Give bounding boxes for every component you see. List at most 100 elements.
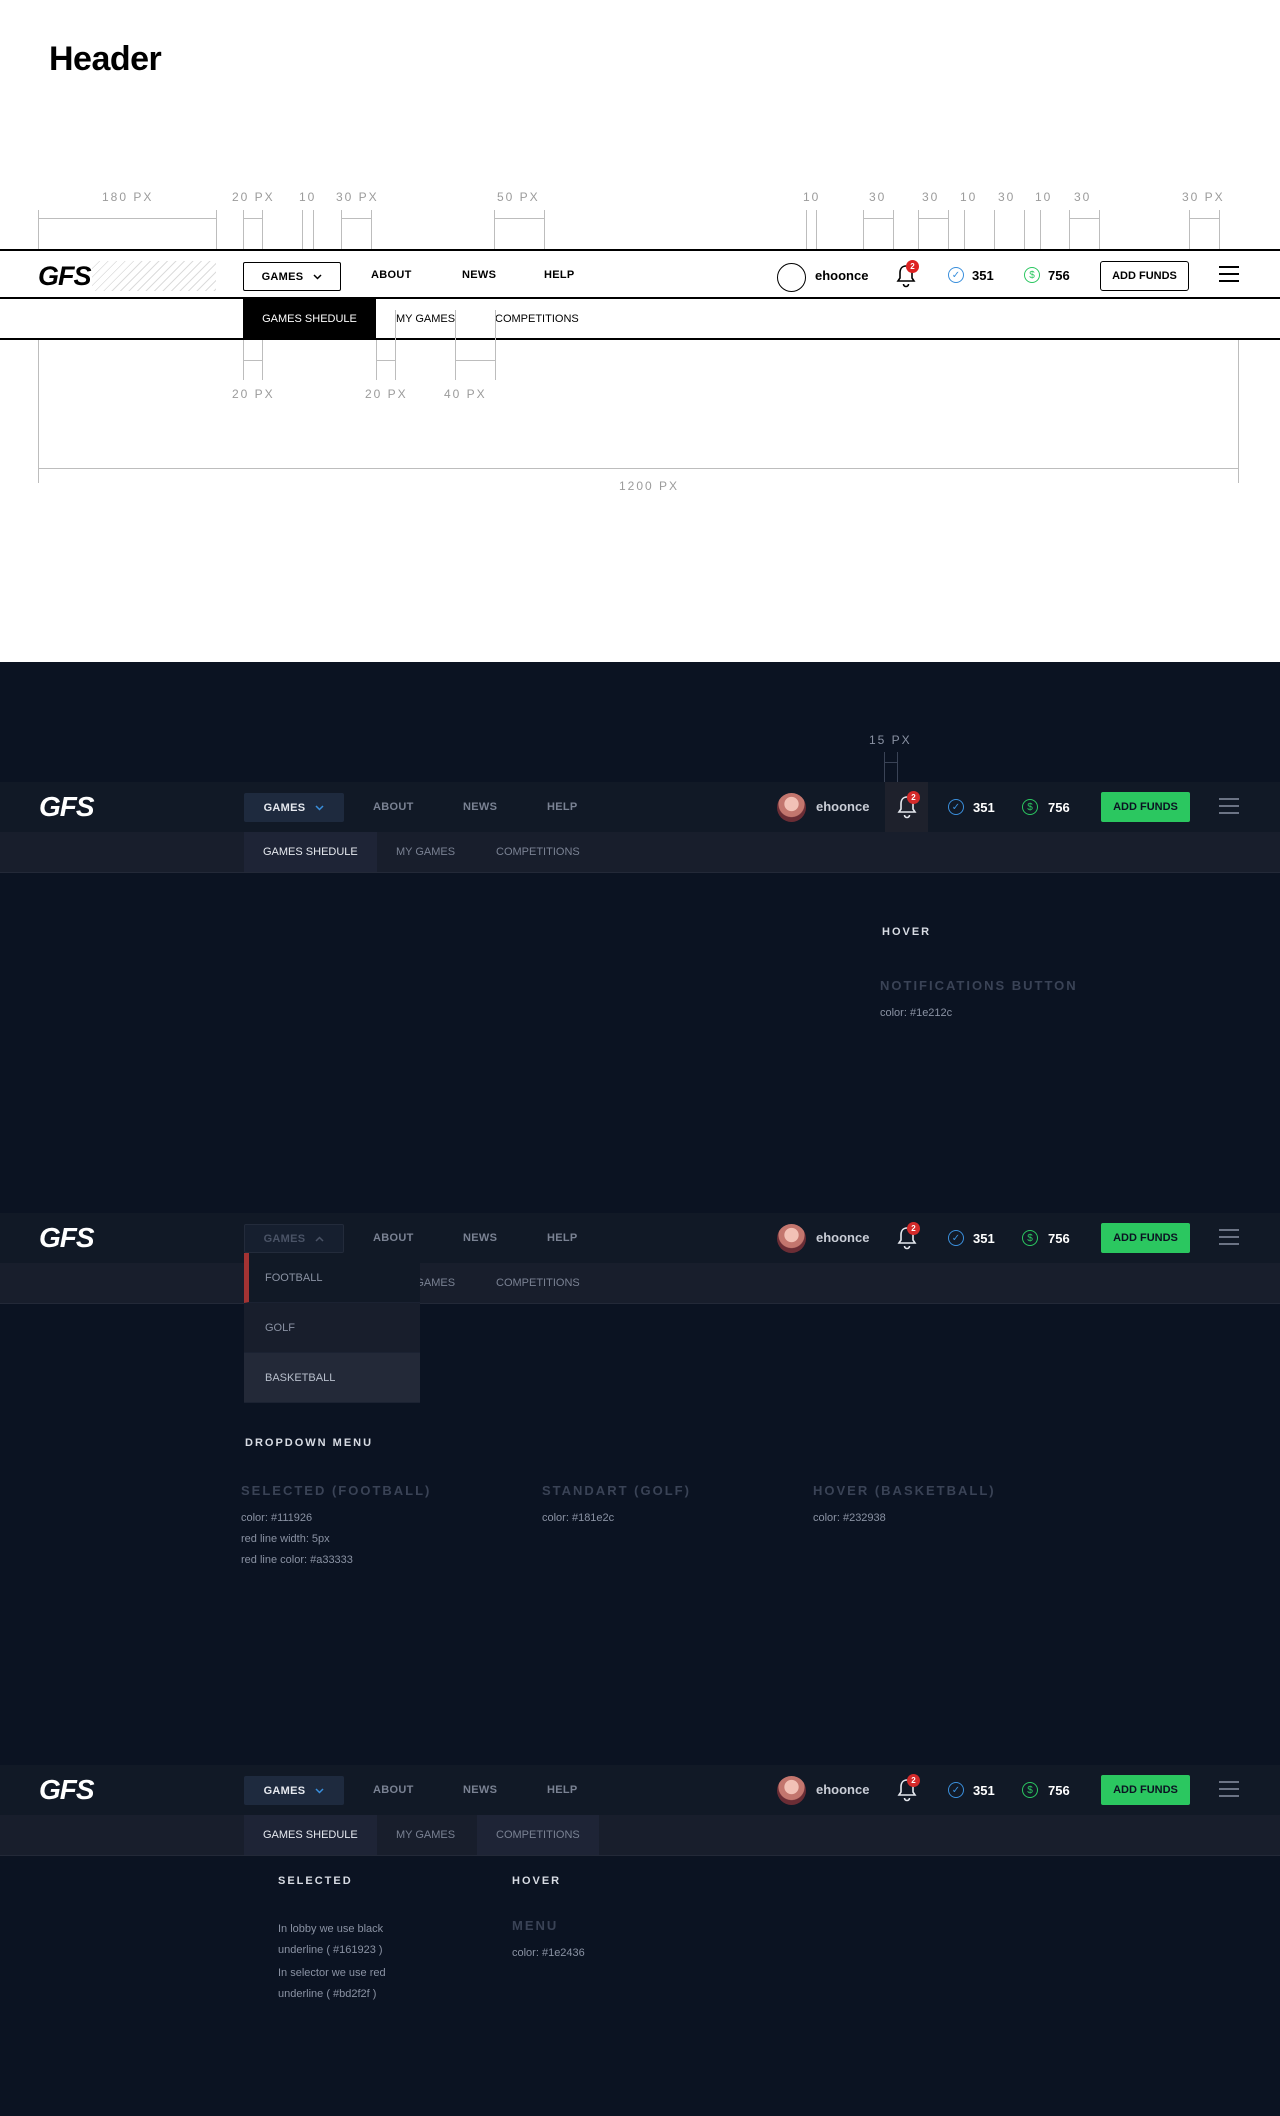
- menu-title: MENU: [512, 1918, 559, 1933]
- tab-games-shedule[interactable]: GAMES SHEDULE: [244, 832, 377, 872]
- dim-sub-gap-left: 20 PX: [232, 387, 275, 401]
- tab-games-shedule[interactable]: GAMES SHEDULE: [244, 1815, 377, 1855]
- nav-about[interactable]: ABOUT: [373, 1784, 414, 1796]
- username[interactable]: ehoonce: [816, 1230, 869, 1245]
- notifications-button[interactable]: 2: [885, 1213, 928, 1263]
- notifications-button[interactable]: 2: [885, 1765, 928, 1815]
- dropdown-item-basketball[interactable]: BASKETBALL: [244, 1353, 420, 1403]
- guide-line: [38, 340, 39, 483]
- dim-logo-width: 180 PX: [102, 190, 154, 204]
- tab-my-games[interactable]: MY GAMES: [377, 1815, 474, 1855]
- guide-line: [494, 210, 495, 250]
- tab-my-games[interactable]: MY GAMES: [376, 299, 475, 338]
- nav-help[interactable]: HELP: [547, 1232, 578, 1244]
- tab-competitions[interactable]: COMPETITIONS: [475, 299, 599, 338]
- add-funds-button[interactable]: ADD FUNDS: [1101, 1223, 1190, 1253]
- add-funds-button[interactable]: ADD FUNDS: [1101, 1775, 1190, 1805]
- add-funds-button[interactable]: ADD FUNDS: [1100, 261, 1189, 291]
- games-button[interactable]: GAMES: [243, 262, 341, 291]
- dropdown-caption: DROPDOWN MENU: [245, 1437, 374, 1449]
- games-label: GAMES: [263, 1784, 306, 1797]
- hamburger-menu-icon[interactable]: [1219, 266, 1239, 284]
- nav-news[interactable]: NEWS: [462, 269, 496, 281]
- nav-about[interactable]: ABOUT: [371, 269, 412, 281]
- guide-line: [341, 218, 371, 219]
- guide-line: [918, 218, 948, 219]
- avatar[interactable]: [777, 793, 806, 822]
- tab-competitions[interactable]: COMPETITIONS: [477, 832, 599, 872]
- tab-my-games[interactable]: MY GAMES: [377, 832, 474, 872]
- guide-line: [371, 210, 372, 250]
- dollar-circle-icon: $: [1022, 1230, 1038, 1246]
- dark-subheader-2: MY GAMES COMPETITIONS: [0, 1263, 1280, 1304]
- nav-news[interactable]: NEWS: [463, 1232, 497, 1244]
- logo[interactable]: GFS: [39, 1222, 95, 1254]
- dim-right-gap-2: 30: [869, 190, 887, 204]
- guide-line: [262, 340, 263, 380]
- guide-line: [455, 310, 456, 380]
- guide-line: [1099, 210, 1100, 250]
- nav-about[interactable]: ABOUT: [373, 801, 414, 813]
- tab-competitions[interactable]: COMPETITIONS: [477, 1263, 599, 1303]
- dropdown-item-football[interactable]: FOOTBALL: [244, 1253, 420, 1303]
- hamburger-menu-icon[interactable]: [1219, 798, 1239, 816]
- selected-note-red: red line color: #a33333: [241, 1554, 353, 1566]
- dim-right-gap-8: 30 PX: [1182, 190, 1225, 204]
- nav-news[interactable]: NEWS: [463, 1784, 497, 1796]
- guide-line: [243, 360, 262, 361]
- avatar[interactable]: [777, 263, 806, 292]
- username[interactable]: ehoonce: [816, 1782, 869, 1797]
- add-funds-button[interactable]: ADD FUNDS: [1101, 792, 1190, 822]
- selected-note-width: red line width: 5px: [241, 1533, 330, 1545]
- avatar[interactable]: [777, 1224, 806, 1253]
- guide-line: [38, 218, 216, 219]
- guide-line: [863, 218, 893, 219]
- dark-section: 15 PX GFS GAMES ABOUT NEWS HELP ehoonce …: [0, 662, 1280, 2116]
- logo[interactable]: GFS: [39, 1774, 95, 1806]
- username[interactable]: ehoonce: [815, 268, 868, 283]
- guide-line: [918, 210, 919, 250]
- guide-line: [544, 210, 545, 250]
- standart-note: color: #181e2c: [542, 1512, 615, 1524]
- hamburger-menu-icon[interactable]: [1219, 1781, 1239, 1799]
- logo[interactable]: GFS: [39, 791, 95, 823]
- nav-news[interactable]: NEWS: [463, 801, 497, 813]
- spec-section: Header 180 PX 20 PX 10 30 PX 50 PX 10 30…: [0, 0, 1280, 662]
- notifications-color-note: color: #1e212c: [880, 1007, 953, 1019]
- guide-line: [495, 310, 496, 380]
- notification-badge: 2: [907, 791, 920, 804]
- tab-games-shedule[interactable]: GAMES SHEDULE: [243, 299, 376, 338]
- tab-competitions[interactable]: COMPETITIONS: [477, 1815, 599, 1855]
- hamburger-menu-icon[interactable]: [1219, 1229, 1239, 1247]
- dim-games-arrow-gap: 10: [299, 190, 317, 204]
- guide-line: [893, 210, 894, 250]
- hover-note: color: #232938: [813, 1512, 886, 1524]
- username[interactable]: ehoonce: [816, 799, 869, 814]
- avatar[interactable]: [777, 1776, 806, 1805]
- dark-subheader-1: GAMES SHEDULE MY GAMES COMPETITIONS: [0, 832, 1280, 873]
- dropdown-item-golf[interactable]: GOLF: [244, 1303, 420, 1353]
- notifications-button[interactable]: 2: [885, 782, 928, 832]
- wireframe-header: GFS GAMES ABOUT NEWS HELP ehoonce 2 ✓ 35…: [0, 249, 1280, 299]
- nav-help[interactable]: HELP: [547, 801, 578, 813]
- games-button[interactable]: GAMES: [244, 1776, 344, 1805]
- hover-basketball-title: HOVER (BASKETBALL): [813, 1483, 996, 1498]
- games-button-open[interactable]: GAMES: [244, 1224, 344, 1253]
- nav-about[interactable]: ABOUT: [373, 1232, 414, 1244]
- logo[interactable]: GFS: [38, 261, 92, 292]
- dim-right-gap-5: 30: [998, 190, 1016, 204]
- dim-games-gap: 20 PX: [232, 190, 275, 204]
- check-circle-icon: ✓: [948, 1230, 964, 1246]
- nav-help[interactable]: HELP: [544, 269, 575, 281]
- dark-subheader-3: GAMES SHEDULE MY GAMES COMPETITIONS: [0, 1815, 1280, 1856]
- selected-football-title: SELECTED (FOOTBALL): [241, 1483, 432, 1498]
- dim-nav-gap: 50 PX: [497, 190, 540, 204]
- points-value: 351: [973, 1231, 995, 1246]
- nav-help[interactable]: HELP: [547, 1784, 578, 1796]
- selected-caption: SELECTED: [278, 1875, 353, 1887]
- notification-badge: 2: [907, 1774, 920, 1787]
- dollar-circle-icon: $: [1024, 267, 1040, 283]
- wireframe-subheader: GAMES SHEDULE MY GAMES COMPETITIONS: [0, 299, 1280, 340]
- hover-caption: HOVER: [882, 926, 932, 938]
- games-button[interactable]: GAMES: [244, 793, 344, 822]
